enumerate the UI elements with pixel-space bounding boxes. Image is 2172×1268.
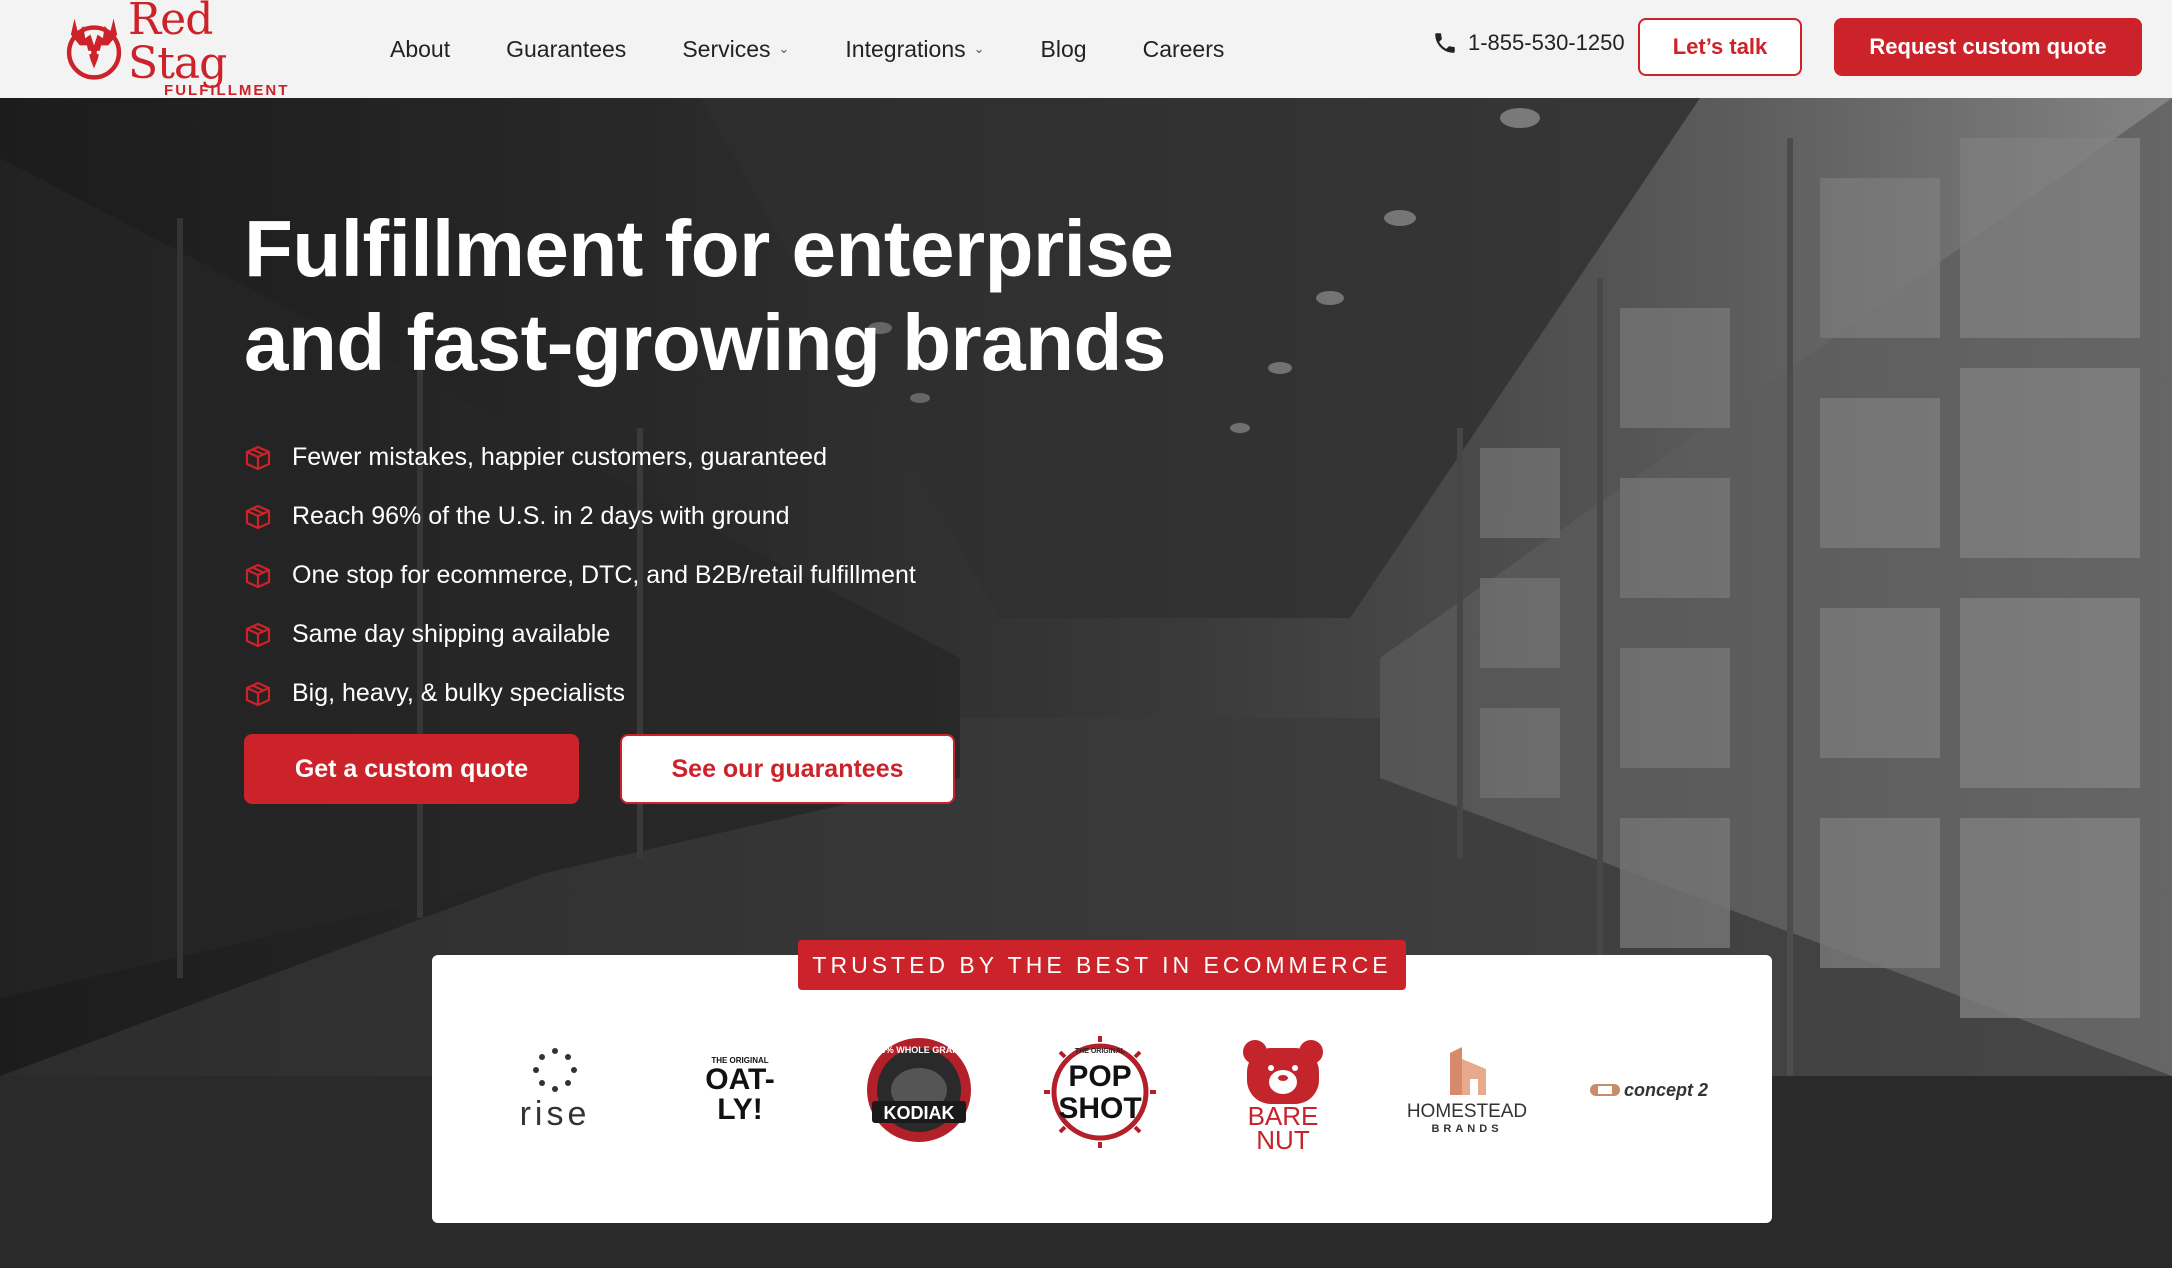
feature-item: Big, heavy, & bulky specialists	[244, 664, 916, 723]
box-icon	[245, 563, 271, 588]
headline-line-1: Fulfillment for enterprise	[244, 204, 1174, 293]
kodiak-ring-text: 100% WHOLE GRAINS	[870, 1045, 968, 1055]
nav-label: Integrations	[845, 35, 966, 62]
nav-label: Services	[682, 35, 771, 62]
nav-label: Guarantees	[506, 35, 627, 62]
nav-services[interactable]: Services ⌄	[682, 36, 789, 63]
rise-burst-icon	[533, 1047, 577, 1092]
homestead-logo: HOMESTEAD BRANDS	[1392, 1035, 1542, 1145]
site-header: Red Stag FULFILLMENT About Guarantees Se…	[0, 0, 2172, 99]
bear-icon	[1243, 1040, 1323, 1104]
see-guarantees-button[interactable]: See our guarantees	[620, 734, 955, 804]
nav-label: Blog	[1040, 35, 1087, 62]
nav-label: About	[390, 35, 451, 62]
feature-text: Reach 96% of the U.S. in 2 days with gro…	[292, 502, 790, 530]
nav-about[interactable]: About	[390, 36, 450, 63]
feature-item: Same day shipping available	[244, 605, 916, 664]
popshot-shot-text: SHOT	[1058, 1092, 1142, 1125]
rise-text: rise	[519, 1094, 591, 1133]
homestead-brands-text: BRANDS	[1431, 1123, 1503, 1135]
concept2-text: concept 2	[1623, 1079, 1709, 1100]
nav-label: Careers	[1142, 35, 1225, 62]
nav-careers[interactable]: Careers	[1143, 36, 1225, 63]
nav-guarantees[interactable]: Guarantees	[506, 36, 626, 63]
barenut-nut-text: NUT	[1256, 1125, 1310, 1155]
kodiak-text: KODIAK	[883, 1103, 955, 1123]
homestead-text: HOMESTEAD	[1406, 1101, 1528, 1122]
house-icon	[1450, 1047, 1486, 1095]
popshot-logo: THE ORIGINAL POP SHOT	[1040, 1032, 1160, 1152]
phone-link[interactable]: 1-855-530-1250	[1432, 30, 1625, 56]
chevron-down-icon: ⌄	[973, 41, 985, 56]
phone-number: 1-855-530-1250	[1468, 30, 1625, 55]
phone-icon	[1435, 33, 1455, 53]
feature-text: Big, heavy, & bulky specialists	[292, 679, 626, 707]
feature-text: One stop for ecommerce, DTC, and B2B/ret…	[292, 561, 916, 589]
get-custom-quote-button[interactable]: Get a custom quote	[244, 734, 579, 804]
stag-logo-icon	[66, 18, 122, 80]
popshot-pop-text: POP	[1068, 1060, 1132, 1093]
trusted-tag: TRUSTED BY THE BEST IN ECOMMERCE	[798, 940, 1406, 990]
logo-name: Red Stag	[128, 0, 227, 89]
oatly-logo: THE ORIGINAL OAT-LY!	[690, 1045, 790, 1135]
box-icon	[245, 622, 271, 647]
feature-item: Reach 96% of the U.S. in 2 days with gro…	[244, 487, 916, 546]
main-nav: About Guarantees Services ⌄ Integrations ⌄…	[390, 0, 1280, 98]
feature-item: Fewer mistakes, happier customers, guara…	[244, 428, 916, 487]
feature-list: Fewer mistakes, happier customers, guara…	[244, 428, 916, 723]
barenut-logo: BARE NUT	[1236, 1035, 1330, 1155]
logo-subtitle: FULFILLMENT	[164, 81, 290, 99]
feature-item: One stop for ecommerce, DTC, and B2B/ret…	[244, 546, 916, 605]
popshot-top-text: THE ORIGINAL	[1074, 1048, 1126, 1055]
concept2-mark-icon	[1589, 1084, 1620, 1096]
nav-integrations[interactable]: Integrations ⌄	[845, 36, 984, 63]
hero-headline: Fulfillment for enterprise and fast-grow…	[244, 202, 1444, 390]
box-icon	[245, 681, 271, 706]
rise-logo: rise	[505, 1040, 605, 1140]
concept2-logo: concept 2	[1574, 1070, 1724, 1110]
hero-section: Fulfillment for enterprise and fast-grow…	[0, 98, 2172, 1076]
nav-blog[interactable]: Blog	[1041, 36, 1087, 63]
feature-text: Same day shipping available	[292, 620, 611, 648]
lets-talk-button[interactable]: Let’s talk	[1638, 18, 1802, 76]
headline-line-2: and fast-growing brands	[244, 298, 1166, 387]
oatly-text: OAT-LY!	[705, 1062, 775, 1126]
chevron-down-icon: ⌄	[778, 41, 790, 56]
red-stag-logo[interactable]: Red Stag FULFILLMENT	[62, 0, 302, 99]
feature-text: Fewer mistakes, happier customers, guara…	[292, 443, 827, 471]
box-icon	[245, 445, 271, 470]
request-quote-button[interactable]: Request custom quote	[1834, 18, 2142, 76]
kodiak-logo: 100% WHOLE GRAINS KODIAK	[864, 1035, 974, 1145]
box-icon	[245, 504, 271, 529]
